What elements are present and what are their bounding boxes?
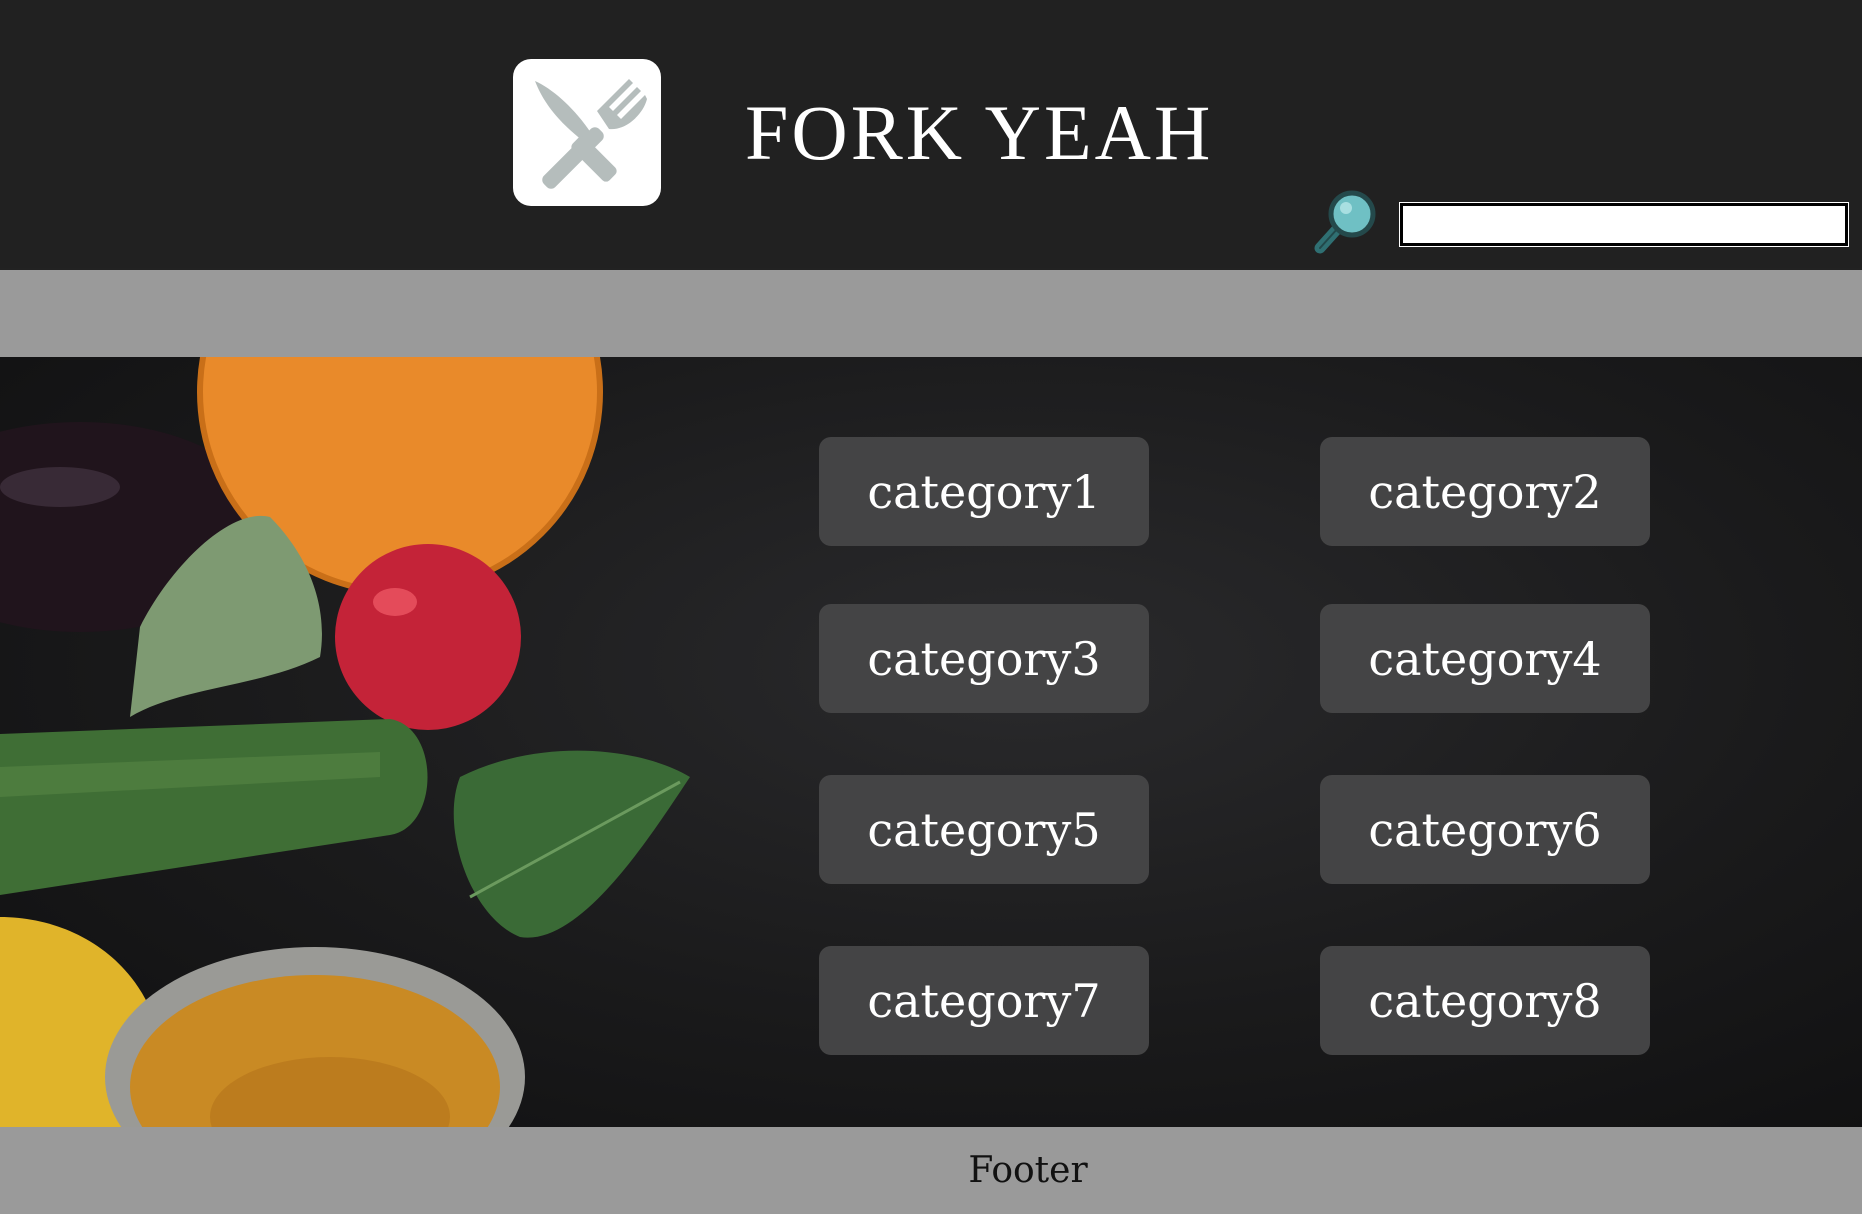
logo[interactable] <box>513 59 661 206</box>
site-header: FORK YEAH <box>0 0 1862 268</box>
main-content: category1 category2 category3 category4 … <box>0 357 1862 1127</box>
footer-text: Footer <box>968 1150 1088 1191</box>
category-button-5[interactable]: category5 <box>819 775 1149 884</box>
category-button-8[interactable]: category8 <box>1320 946 1650 1055</box>
category-button-1[interactable]: category1 <box>819 437 1149 546</box>
category-button-3[interactable]: category3 <box>819 604 1149 713</box>
magnifier-icon[interactable] <box>1310 188 1382 258</box>
category-button-6[interactable]: category6 <box>1320 775 1650 884</box>
nav-bar <box>0 270 1862 357</box>
site-title: FORK YEAH <box>745 89 1214 176</box>
site-footer: Footer <box>0 1127 1862 1214</box>
fork-knife-icon <box>535 79 647 189</box>
produce-background-image <box>0 357 690 1127</box>
category-button-4[interactable]: category4 <box>1320 604 1650 713</box>
search-input[interactable] <box>1399 202 1849 247</box>
category-button-7[interactable]: category7 <box>819 946 1149 1055</box>
category-button-2[interactable]: category2 <box>1320 437 1650 546</box>
